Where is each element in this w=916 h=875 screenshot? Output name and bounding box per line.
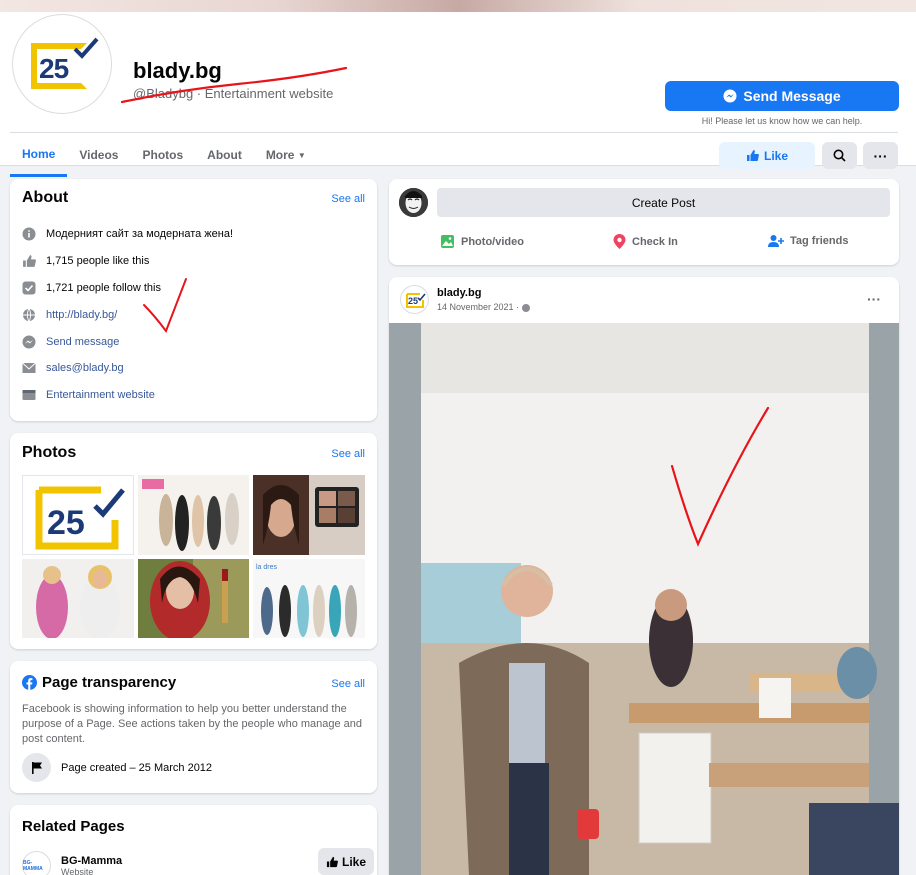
tab-videos[interactable]: Videos — [67, 133, 130, 177]
tab-about[interactable]: About — [195, 133, 254, 177]
location-pin-icon — [613, 234, 626, 249]
about-category-link[interactable]: Entertainment website — [46, 389, 155, 401]
related-page-name[interactable]: BG-Mamma — [61, 855, 122, 867]
related-page-item[interactable]: BG-MAMMA BG-Mamma Website — [22, 851, 122, 875]
tab-more[interactable]: More ▼ — [254, 133, 318, 177]
post-date-text: 14 November 2021 · — [437, 302, 522, 312]
tag-friends-button[interactable]: Tag friends — [768, 234, 848, 248]
page-transparency-title: Page transparency — [42, 674, 177, 691]
svg-text:25: 25 — [47, 504, 85, 542]
page-transparency-card: Page transparency See all Facebook is sh… — [10, 661, 377, 793]
photo-thumbnail[interactable]: 25 — [22, 475, 134, 555]
tag-friends-icon — [768, 235, 784, 247]
thumbs-up-icon — [326, 856, 338, 867]
page-header: 25 blady.bg @Bladybg · Entertainment web… — [0, 12, 916, 177]
photo-grid: 25 la dres — [22, 475, 365, 638]
about-follows-row: 1,721 people follow this — [22, 281, 161, 295]
page-title: blady.bg — [133, 58, 222, 83]
about-card: About See all Модерният сайт за модернат… — [10, 179, 377, 421]
like-page-button[interactable]: Like — [719, 142, 815, 169]
about-title: About — [22, 189, 69, 206]
photo-video-button[interactable]: Photo/video — [440, 234, 524, 249]
facebook-icon — [22, 675, 37, 690]
globe-icon — [22, 308, 36, 322]
thumbs-up-icon — [22, 254, 36, 268]
related-pages-card: Related Pages BG-MAMMA BG-Mamma Website … — [10, 805, 377, 875]
tag-friends-label: Tag friends — [790, 235, 849, 247]
related-like-label: Like — [341, 854, 366, 869]
page-created-row: Page created – 25 March 2012 — [22, 753, 212, 782]
category-icon — [22, 388, 36, 402]
photos-card: Photos See all 25 la dres — [10, 433, 377, 649]
post-author-name[interactable]: blady.bg — [437, 287, 481, 299]
info-icon — [22, 227, 36, 241]
about-follows-count: 1,721 people follow this — [46, 282, 161, 294]
message-hint: Hi! Please let us know how we can help. — [701, 116, 863, 126]
create-post-card: Create Post Photo/video Check In Tag fri… — [389, 179, 899, 265]
search-button[interactable] — [822, 142, 857, 169]
more-options-button[interactable]: ··· — [863, 142, 898, 169]
check-in-label: Check In — [632, 235, 678, 248]
photos-see-all-link[interactable]: See all — [331, 448, 365, 460]
related-pages-title: Related Pages — [22, 818, 125, 835]
blady-logo: 25 — [29, 37, 99, 91]
tab-home[interactable]: Home — [10, 133, 68, 177]
photo-icon — [441, 235, 454, 248]
page-created-date: Page created – 25 March 2012 — [61, 761, 213, 774]
about-description: Модерният сайт за модерната жена! — [46, 228, 234, 240]
create-post-button[interactable]: Create Post — [437, 188, 890, 217]
user-avatar[interactable] — [399, 188, 428, 217]
related-page-like-button[interactable]: Like — [318, 848, 374, 875]
send-message-button[interactable]: Send Message — [665, 81, 899, 111]
envelope-icon — [22, 361, 36, 375]
messenger-icon — [723, 89, 737, 103]
post-options-button[interactable]: ··· — [867, 291, 881, 307]
page-tabs: Home Videos Photos About More ▼ — [10, 133, 318, 177]
cover-photo-strip — [0, 0, 916, 12]
transparency-description: Facebook is showing information to help … — [22, 703, 363, 745]
about-website-row[interactable]: http://blady.bg/ — [22, 308, 117, 322]
search-icon — [833, 149, 846, 162]
flag-icon — [22, 753, 51, 782]
related-page-category: Website — [61, 866, 94, 875]
check-in-button[interactable]: Check In — [613, 234, 678, 249]
photo-thumbnail[interactable] — [137, 475, 250, 555]
about-send-message-link[interactable]: Send message — [46, 336, 119, 348]
caret-down-icon: ▼ — [297, 150, 306, 160]
svg-text:25: 25 — [408, 296, 418, 306]
globe-icon — [521, 303, 530, 312]
photo-video-label: Photo/video — [461, 235, 524, 248]
messenger-icon — [22, 335, 36, 349]
post-date[interactable]: 14 November 2021 · — [437, 302, 530, 312]
about-see-all-link[interactable]: See all — [331, 193, 365, 205]
thumbs-up-icon — [746, 150, 759, 161]
about-website-link[interactable]: http://blady.bg/ — [46, 309, 117, 321]
about-email-link[interactable]: sales@blady.bg — [46, 362, 124, 374]
svg-text:la dres: la dres — [256, 564, 278, 571]
about-description-row: Модерният сайт за модерната жена! — [22, 227, 233, 241]
bg-mamma-logo: BG-MAMMA — [22, 851, 51, 875]
photo-thumbnail[interactable] — [22, 558, 134, 638]
about-send-message-row[interactable]: Send message — [22, 335, 119, 349]
send-message-label: Send Message — [743, 88, 841, 104]
post-card: 25 blady.bg 14 November 2021 · ··· — [389, 277, 899, 875]
tab-more-label: More — [265, 148, 295, 162]
like-label: Like — [763, 148, 788, 163]
profile-picture[interactable]: 25 — [12, 14, 112, 114]
photos-title: Photos — [22, 444, 77, 461]
transparency-see-all-link[interactable]: See all — [331, 678, 365, 690]
follow-check-icon — [22, 281, 36, 295]
page-username-category: @Bladybg · Entertainment website — [133, 86, 334, 101]
about-likes-count: 1,715 people like this — [46, 255, 150, 267]
about-email-row[interactable]: sales@blady.bg — [22, 361, 124, 375]
post-photo[interactable] — [389, 323, 899, 875]
tab-photos[interactable]: Photos — [130, 133, 195, 177]
about-likes-row: 1,715 people like this — [22, 254, 149, 268]
photo-thumbnail[interactable] — [137, 558, 250, 638]
about-category-row[interactable]: Entertainment website — [22, 388, 155, 402]
photo-thumbnail[interactable] — [253, 475, 365, 555]
post-author-avatar[interactable]: 25 — [400, 285, 429, 314]
more-dots-icon: ··· — [873, 147, 888, 164]
photo-thumbnail[interactable]: la dres — [253, 558, 365, 638]
